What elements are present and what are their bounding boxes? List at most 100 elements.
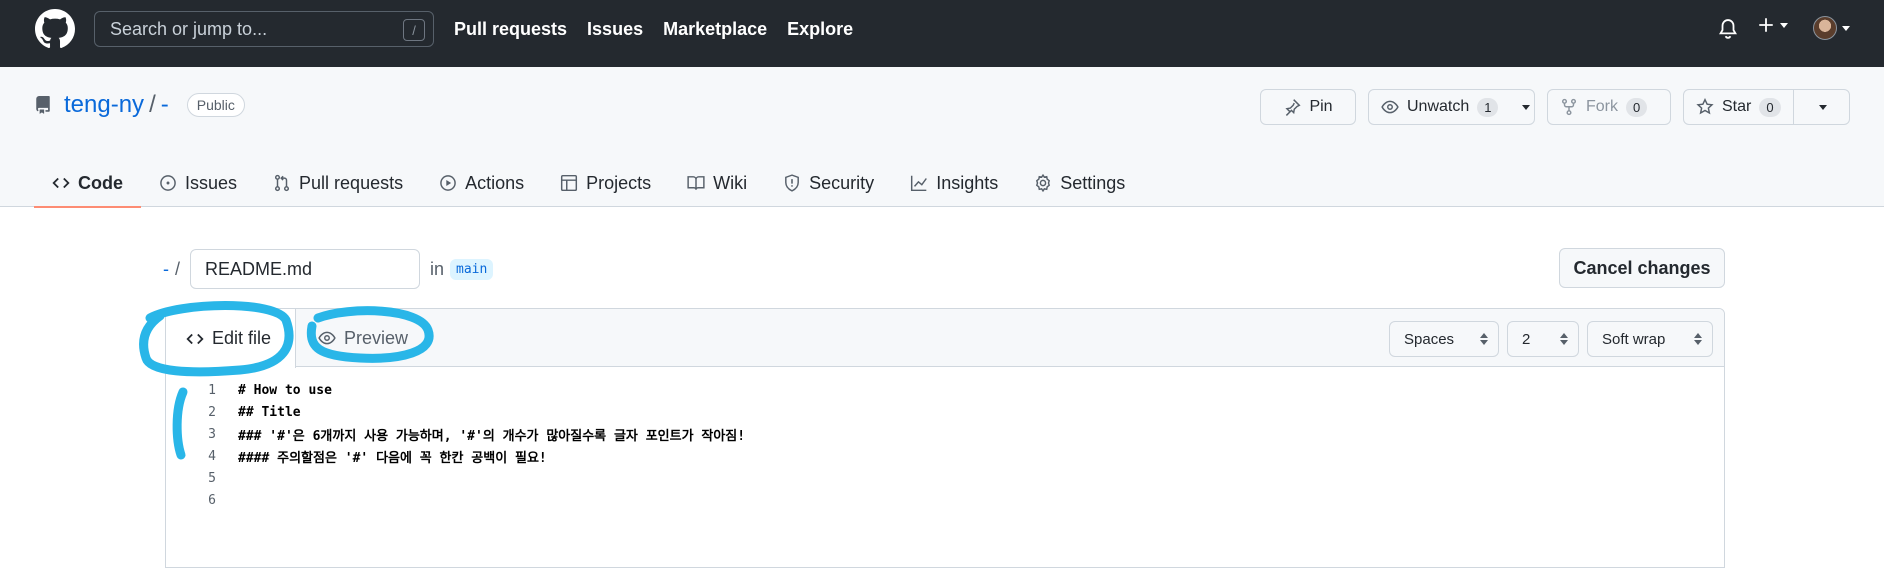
line-content: # How to use	[238, 382, 332, 398]
tab-preview-label: Preview	[344, 327, 409, 348]
gear-icon	[1036, 174, 1051, 192]
notifications-bell-icon[interactable]	[1717, 17, 1739, 41]
tab-pull-requests-label: Pull requests	[299, 172, 404, 193]
filename-input[interactable]: README.md	[190, 249, 421, 289]
tab-edit-file[interactable]: Edit file	[166, 309, 296, 368]
nav-marketplace[interactable]: Marketplace	[663, 19, 767, 40]
tab-actions[interactable]: Actions	[421, 159, 542, 207]
star-label: Star	[1722, 98, 1752, 115]
line-number: 4	[208, 448, 216, 464]
select-arrows-icon	[1560, 333, 1568, 345]
indent-size-select[interactable]: 2	[1507, 321, 1579, 357]
star-main[interactable]: Star 0	[1684, 90, 1794, 124]
repo-owner-link[interactable]: teng-ny	[64, 91, 144, 119]
indent-mode-value: Spaces	[1404, 330, 1455, 348]
create-new-menu[interactable]	[1757, 16, 1789, 34]
repo-name-link[interactable]: -	[161, 91, 169, 119]
tab-security-label: Security	[809, 172, 875, 193]
line-number: 1	[208, 382, 216, 398]
fork-count: 0	[1626, 97, 1648, 117]
code-line: 1 # How to use	[166, 379, 1724, 401]
user-menu[interactable]	[1813, 16, 1851, 40]
repository-header: teng-ny / - Public Pin Unwatch 1 Fork 0	[0, 67, 1884, 208]
tab-preview[interactable]: Preview	[318, 309, 408, 367]
avatar	[1813, 16, 1837, 40]
star-count: 0	[1759, 97, 1781, 117]
caret-down-icon	[1780, 23, 1788, 28]
path-root-link[interactable]: -	[163, 259, 169, 280]
branch-badge: main	[450, 258, 494, 280]
pin-icon	[1285, 99, 1301, 116]
search-placeholder: Search or jump to...	[110, 18, 268, 39]
unwatch-main[interactable]: Unwatch 1	[1369, 90, 1510, 124]
line-content: #### 주의할점은 '#' 다음에 꼭 한칸 공백이 필요!	[238, 450, 547, 466]
indent-mode-select[interactable]: Spaces	[1389, 321, 1499, 357]
issue-icon	[160, 175, 176, 191]
graph-icon	[911, 175, 928, 192]
nav-explore[interactable]: Explore	[787, 19, 853, 40]
pin-label: Pin	[1309, 98, 1333, 115]
caret-down-icon	[1842, 26, 1850, 31]
repo-title: teng-ny / - Public	[34, 91, 245, 119]
tab-projects-label: Projects	[586, 172, 652, 193]
star-dropdown-caret-icon[interactable]	[1802, 90, 1844, 124]
file-editor: Edit file Preview Spaces 2 Soft wrap 1 #…	[165, 308, 1725, 568]
visibility-badge: Public	[186, 93, 245, 117]
fork-label: Fork	[1586, 98, 1618, 115]
code-line: 4 #### 주의할점은 '#' 다음에 꼭 한칸 공백이 필요!	[166, 445, 1724, 467]
tab-issues[interactable]: Issues	[141, 159, 255, 207]
line-number: 6	[208, 492, 216, 508]
tab-settings[interactable]: Settings	[1016, 159, 1143, 207]
tab-code[interactable]: Code	[34, 159, 141, 208]
tab-projects[interactable]: Projects	[542, 159, 669, 207]
search-input[interactable]: Search or jump to... /	[94, 11, 434, 47]
table-icon	[561, 174, 578, 192]
tab-insights[interactable]: Insights	[892, 159, 1016, 207]
tab-issues-label: Issues	[185, 172, 238, 193]
pin-button[interactable]: Pin	[1260, 89, 1356, 125]
watch-dropdown-caret-icon[interactable]	[1518, 90, 1534, 124]
editor-options: Spaces 2 Soft wrap	[1389, 321, 1713, 357]
file-path-breadcrumb: - / README.md in main	[163, 249, 494, 289]
code-line: 2 ## Title	[166, 401, 1724, 423]
tab-settings-label: Settings	[1060, 172, 1126, 193]
tab-edit-file-label: Edit file	[212, 328, 272, 348]
code-line: 6	[166, 489, 1724, 511]
eye-icon	[1381, 100, 1399, 114]
star-button[interactable]: Star 0	[1683, 89, 1850, 125]
tab-pull-requests[interactable]: Pull requests	[255, 159, 421, 207]
tab-security[interactable]: Security	[765, 159, 892, 207]
repo-separator: /	[149, 91, 156, 118]
tab-wiki[interactable]: Wiki	[669, 159, 765, 207]
nav-pull-requests[interactable]: Pull requests	[454, 19, 567, 40]
select-arrows-icon	[1694, 333, 1702, 345]
play-icon	[440, 175, 456, 191]
wrap-mode-value: Soft wrap	[1602, 330, 1666, 348]
path-separator: /	[175, 258, 181, 279]
nav-issues[interactable]: Issues	[587, 19, 643, 40]
line-content: ## Title	[238, 404, 301, 420]
code-editor[interactable]: 1 # How to use 2 ## Title 3 ### '#'은 6개까지 사…	[166, 367, 1724, 511]
global-header: Search or jump to... / Pull requests Iss…	[0, 0, 1884, 67]
line-number: 2	[208, 404, 216, 420]
shield-icon	[785, 174, 800, 192]
select-arrows-icon	[1480, 333, 1488, 345]
cancel-changes-button[interactable]: Cancel changes	[1559, 248, 1725, 288]
fork-icon	[1561, 98, 1577, 116]
repo-nav-tabs: Code Issues Pull requests Actions Projec…	[34, 159, 1143, 208]
code-line: 3 ### '#'은 6개까지 사용 가능하며, '#'의 개수가 많아질수록 글…	[166, 423, 1724, 445]
tab-insights-label: Insights	[936, 172, 999, 193]
github-logo-icon[interactable]	[35, 9, 75, 49]
watch-button[interactable]: Unwatch 1	[1368, 89, 1535, 125]
code-line: 5	[166, 467, 1724, 489]
tab-actions-label: Actions	[465, 172, 525, 193]
watch-count: 1	[1477, 97, 1499, 117]
book-icon	[687, 176, 705, 190]
fork-button[interactable]: Fork 0	[1547, 89, 1671, 125]
wrap-mode-select[interactable]: Soft wrap	[1587, 321, 1713, 357]
tab-code-label: Code	[78, 172, 123, 193]
indent-size-value: 2	[1522, 330, 1531, 348]
code-icon	[186, 333, 204, 344]
editor-toolbar: Edit file Preview Spaces 2 Soft wrap	[166, 309, 1724, 368]
pull-request-icon	[275, 174, 290, 192]
